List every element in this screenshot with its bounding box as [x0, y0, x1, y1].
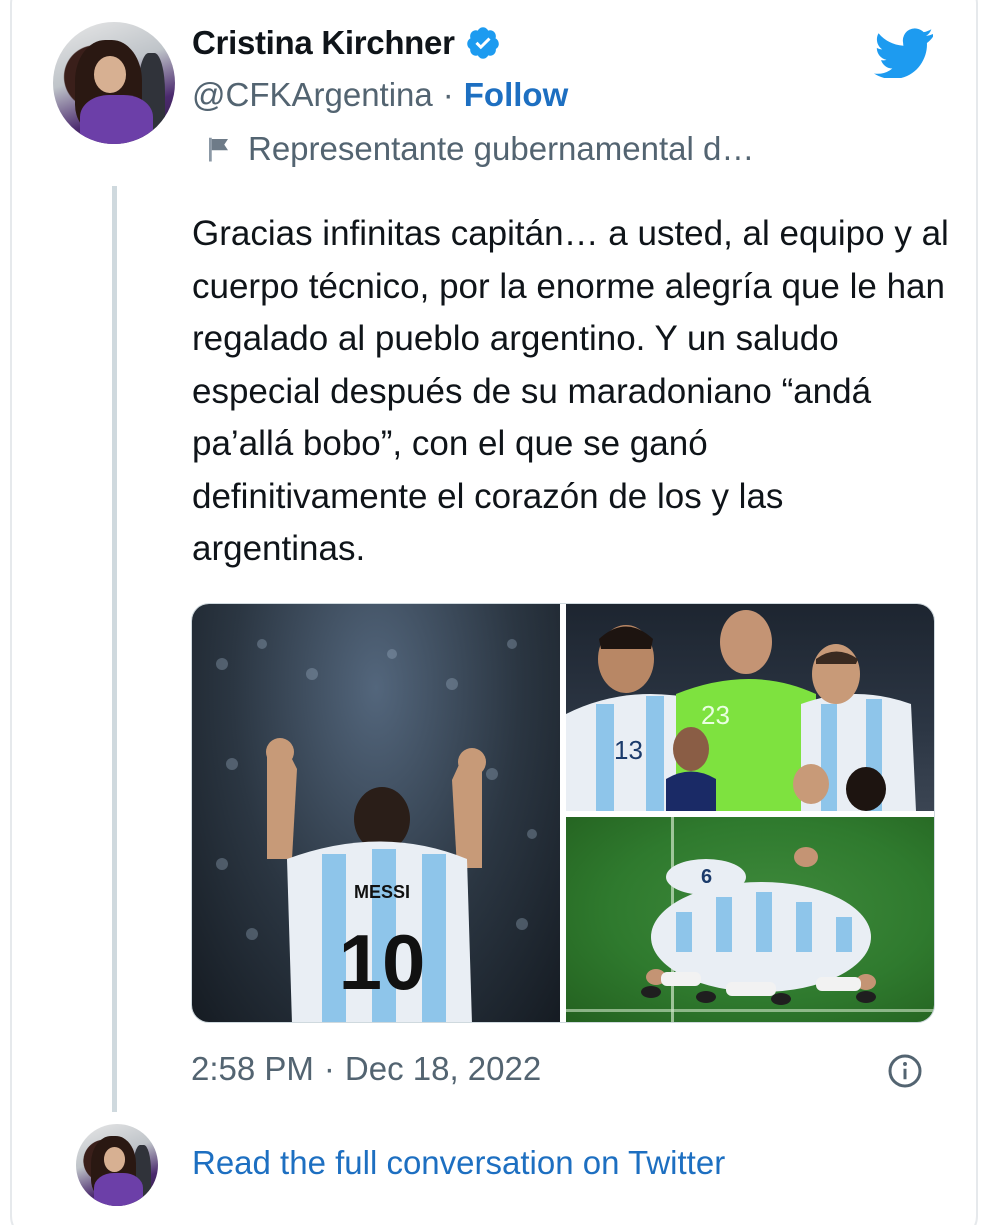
author-name[interactable]: Cristina Kirchner — [192, 24, 455, 62]
verified-badge-icon — [466, 27, 499, 59]
jersey-name-text: MESSI — [354, 882, 410, 902]
media-grid: MESSI 10 13 23 6 — [191, 603, 935, 1023]
jersey-number-23: 23 — [701, 700, 730, 730]
handle-row: @CFKArgentina · Follow — [192, 76, 568, 114]
photo-anthem-art: 13 23 — [566, 610, 916, 811]
photo-messi-celebrating[interactable]: MESSI 10 — [192, 604, 560, 1022]
read-conversation-link[interactable]: Read the full conversation on Twitter — [192, 1144, 725, 1182]
photo-team-anthem[interactable]: 13 23 — [566, 604, 934, 811]
thread-line — [112, 186, 117, 1112]
author-handle[interactable]: @CFKArgentina — [192, 76, 433, 114]
flag-icon — [209, 137, 228, 162]
tweet-timestamp[interactable]: 2:58 PM · Dec 18, 2022 — [191, 1050, 541, 1088]
tweet-date: Dec 18, 2022 — [344, 1050, 542, 1087]
author-name-row: Cristina Kirchner — [192, 24, 501, 62]
jersey-number-6: 6 — [701, 866, 712, 888]
info-icon[interactable] — [887, 1053, 923, 1089]
separator: · — [323, 1050, 335, 1087]
author-avatar[interactable] — [53, 22, 175, 144]
tweet-time: 2:58 PM — [191, 1050, 314, 1087]
twitter-bird-icon[interactable] — [874, 28, 934, 78]
photo-celebration-art: 6 — [566, 817, 934, 1022]
footer-avatar[interactable] — [76, 1124, 158, 1206]
separator: · — [442, 76, 454, 113]
follow-button[interactable]: Follow — [464, 76, 568, 114]
account-label-text: Representante gubernamental d… — [248, 130, 755, 167]
jersey-number-13: 13 — [614, 735, 643, 765]
tweet-text: Gracias infinitas capitán… a usted, al e… — [192, 214, 949, 568]
photo-team-celebration[interactable]: 6 — [566, 817, 934, 1022]
account-label[interactable]: Representante gubernamental d… — [204, 130, 754, 168]
jersey-number-text: 10 — [339, 918, 426, 1006]
photo-messi-art: MESSI 10 — [216, 639, 537, 1022]
